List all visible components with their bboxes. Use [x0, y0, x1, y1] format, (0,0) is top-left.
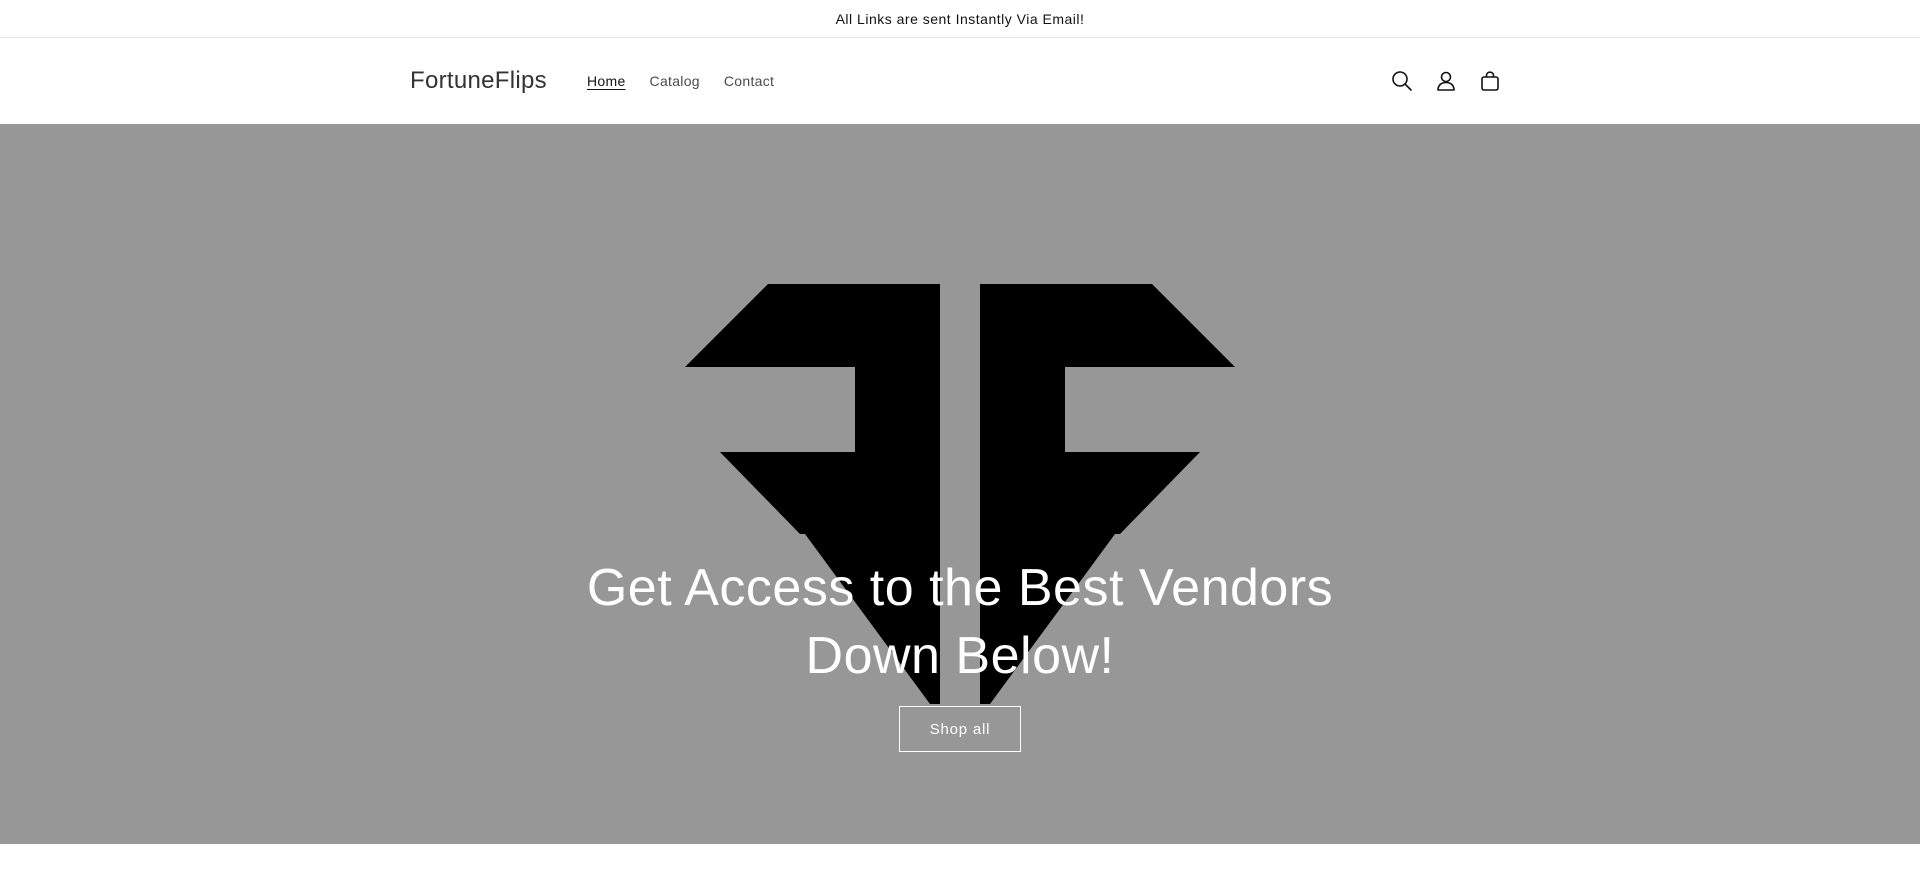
announcement-bar: All Links are sent Instantly Via Email! [0, 0, 1920, 38]
nav-contact[interactable]: Contact [724, 73, 774, 89]
nav-catalog[interactable]: Catalog [650, 73, 700, 89]
cart-icon[interactable] [1478, 69, 1502, 93]
search-icon[interactable] [1390, 69, 1414, 93]
site-header: FortuneFlips Home Catalog Contact [0, 38, 1920, 124]
hero-content: Get Access to the Best Vendors Down Belo… [0, 554, 1920, 752]
account-icon[interactable] [1434, 69, 1458, 93]
shop-all-button[interactable]: Shop all [898, 706, 1022, 752]
header-icons [1390, 69, 1502, 93]
announcement-text: All Links are sent Instantly Via Email! [835, 10, 1085, 27]
site-logo[interactable]: FortuneFlips [410, 67, 547, 95]
hero-banner: Get Access to the Best Vendors Down Belo… [0, 124, 1920, 844]
main-nav: Home Catalog Contact [587, 73, 774, 89]
nav-home[interactable]: Home [587, 73, 626, 89]
hero-title: Get Access to the Best Vendors Down Belo… [586, 559, 1334, 685]
